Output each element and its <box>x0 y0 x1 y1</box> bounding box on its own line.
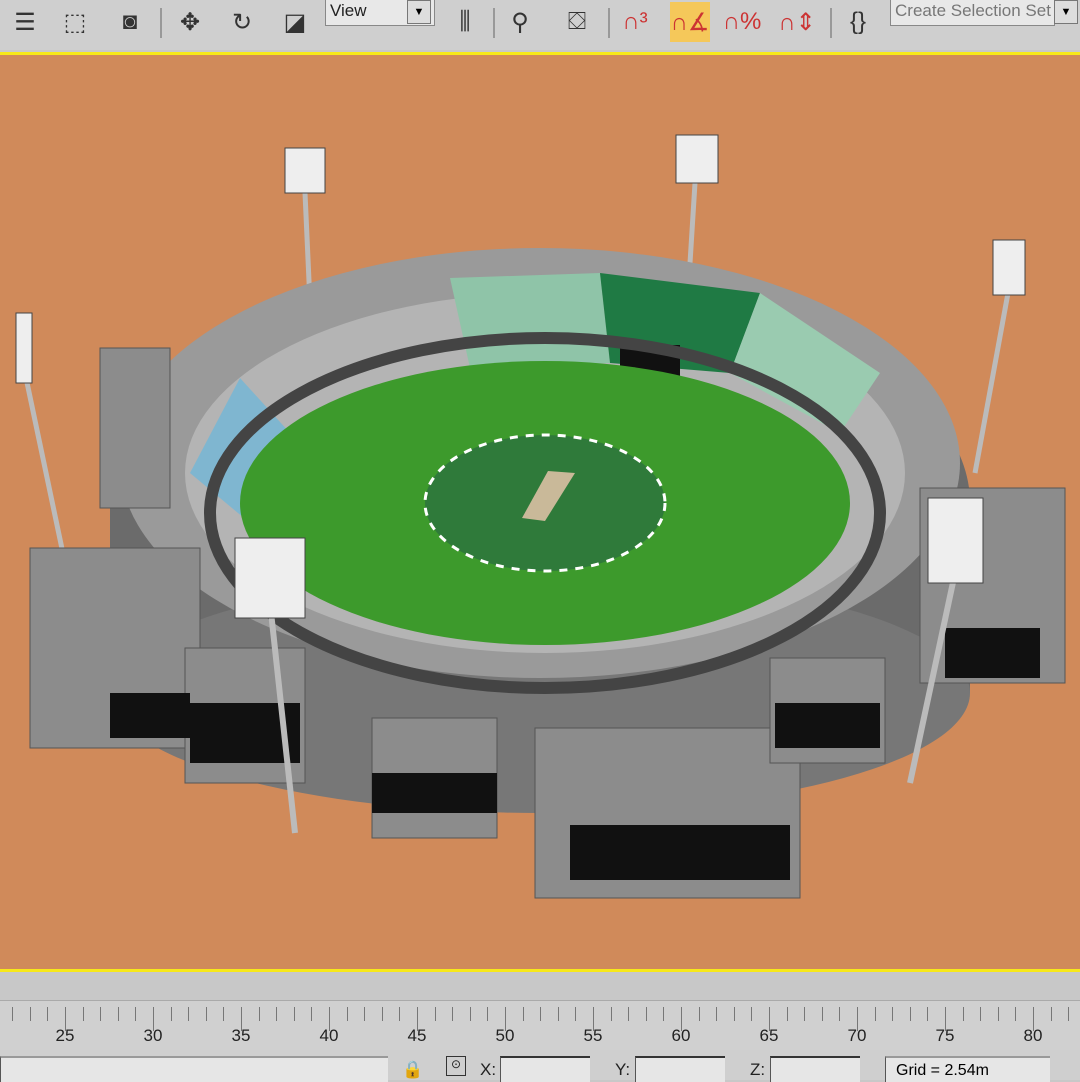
timeline-tick <box>927 1007 929 1021</box>
timeline-frame-label: 60 <box>671 1026 691 1045</box>
y-coordinate-field[interactable] <box>635 1056 725 1082</box>
timeline-tick <box>645 1007 647 1021</box>
timeline-tick <box>223 1007 225 1021</box>
timeline-tick <box>628 1007 630 1021</box>
timeline-tick <box>540 1007 542 1021</box>
timeline-tick <box>487 1007 489 1021</box>
timeline-tick <box>909 1007 911 1021</box>
timeline-tick <box>258 1007 260 1021</box>
rect-selection-region-icon[interactable]: ⬚ <box>55 2 95 42</box>
timeline-tick <box>522 1007 524 1021</box>
timeline-tick <box>276 1007 278 1021</box>
timeline-tick <box>469 1007 471 1021</box>
timeline-tick <box>804 1007 806 1021</box>
timeline-tick <box>12 1007 14 1021</box>
timeline-tick <box>1050 1007 1052 1021</box>
timeline-tick <box>135 1007 137 1021</box>
timeline-frame-label: 45 <box>407 1026 427 1045</box>
x-coordinate-field[interactable] <box>500 1056 590 1082</box>
track-bar[interactable]: 25 30 35 40 45 50 55 60 65 70 75 80 <box>0 1000 1080 1050</box>
named-selection-placeholder: Create Selection Set <box>895 1 1051 20</box>
timeline-tick <box>346 1007 348 1021</box>
timeline-frame-label: 65 <box>759 1026 779 1045</box>
pivot-center-icon[interactable]: ⫼ <box>445 2 485 42</box>
perspective-viewport[interactable] <box>0 52 1080 972</box>
timeline-tick <box>874 1007 876 1021</box>
timeline-frame-label: 35 <box>231 1026 251 1045</box>
timeline-tick <box>962 1007 964 1021</box>
lock-icon[interactable]: 🔒 <box>402 1060 423 1080</box>
timeline-tick <box>557 1007 559 1021</box>
timeline-tick <box>188 1007 190 1021</box>
timeline-tick <box>364 1007 366 1021</box>
percent-snap-icon[interactable]: ∩% <box>722 2 762 42</box>
named-selection-set-input[interactable]: Create Selection Set <box>890 0 1055 26</box>
timeline-tick <box>663 1007 665 1021</box>
timeline-tick <box>821 1007 823 1021</box>
z-label: Z: <box>750 1060 766 1079</box>
timeline-tick <box>892 1007 894 1021</box>
timeline-tick <box>205 1007 207 1021</box>
timeline-tick <box>980 1007 982 1021</box>
chevron-down-icon[interactable]: ▼ <box>407 0 431 24</box>
edit-named-selection-icon[interactable]: {} <box>838 2 878 42</box>
main-toolbar: ☰ ⬚ ◙ ✥ ↻ ◪ View ▼ ⫼ ⚲ ⛋ ∩³ ∩∡ ∩% ∩⇕ {} Create Selec… <box>0 0 1080 50</box>
timeline-tick <box>381 1007 383 1021</box>
timeline-tick <box>117 1007 119 1021</box>
select-by-name-icon[interactable]: ☰ <box>5 2 45 42</box>
timeline-frame-label: 75 <box>935 1026 955 1045</box>
absolute-mode-icon[interactable]: ⊙ <box>446 1056 466 1076</box>
timeline-tick <box>786 1007 788 1021</box>
y-label: Y: <box>615 1060 631 1079</box>
timeline-tick <box>311 1007 313 1021</box>
window-crossing-icon[interactable]: ◙ <box>110 2 150 42</box>
timeline-tick <box>100 1007 102 1021</box>
timeline-tick <box>170 1007 172 1021</box>
timeline-frame-label: 25 <box>55 1026 75 1045</box>
timeline-tick <box>839 1007 841 1021</box>
timeline-tick <box>1068 1007 1070 1021</box>
x-label: X: <box>480 1060 497 1079</box>
timeline-frame-label: 70 <box>847 1026 867 1045</box>
status-bar: 🔒 ⊙ X: Y: Z: Grid = 2.54m <box>0 1050 1080 1082</box>
rotate-icon[interactable]: ↻ <box>222 2 262 42</box>
grid-size-readout: Grid = 2.54m <box>885 1056 1050 1082</box>
timeline-tick <box>733 1007 735 1021</box>
timeline-tick <box>698 1007 700 1021</box>
snap-3d-icon[interactable]: ∩³ <box>615 2 655 42</box>
reference-coordinate-value: View <box>330 1 367 20</box>
timeline-tick <box>997 1007 999 1021</box>
prompt-line <box>0 1056 388 1082</box>
timeline-frame-label: 30 <box>143 1026 163 1045</box>
timeline-tick <box>751 1007 753 1021</box>
timeline-tick <box>82 1007 84 1021</box>
z-coordinate-field[interactable] <box>770 1056 860 1082</box>
timeline-tick <box>434 1007 436 1021</box>
angle-snap-icon[interactable]: ∩∡ <box>670 2 710 42</box>
timeline-tick <box>293 1007 295 1021</box>
timeline-tick <box>610 1007 612 1021</box>
timeline-frame-label: 55 <box>583 1026 603 1045</box>
stadium-render <box>15 134 1066 899</box>
chevron-down-icon[interactable]: ▼ <box>1054 0 1078 24</box>
timeline-tick <box>452 1007 454 1021</box>
timeline-tick <box>29 1007 31 1021</box>
timeline-frame-label: 80 <box>1023 1026 1043 1045</box>
move-icon[interactable]: ✥ <box>170 2 210 42</box>
timeline-tick <box>575 1007 577 1021</box>
select-manipulate-icon[interactable]: ⚲ <box>500 2 540 42</box>
spinner-snap-icon[interactable]: ∩⇕ <box>777 2 817 42</box>
timeline-tick <box>716 1007 718 1021</box>
timeline-frame-label: 40 <box>319 1026 339 1045</box>
timeline-tick <box>1015 1007 1017 1021</box>
timeline-tick <box>399 1007 401 1021</box>
timeline-frame-label: 50 <box>495 1026 515 1045</box>
timeline-tick <box>47 1007 49 1021</box>
keyboard-shortcut-override-icon[interactable]: ⛋ <box>557 2 597 42</box>
scale-icon[interactable]: ◪ <box>275 2 315 42</box>
